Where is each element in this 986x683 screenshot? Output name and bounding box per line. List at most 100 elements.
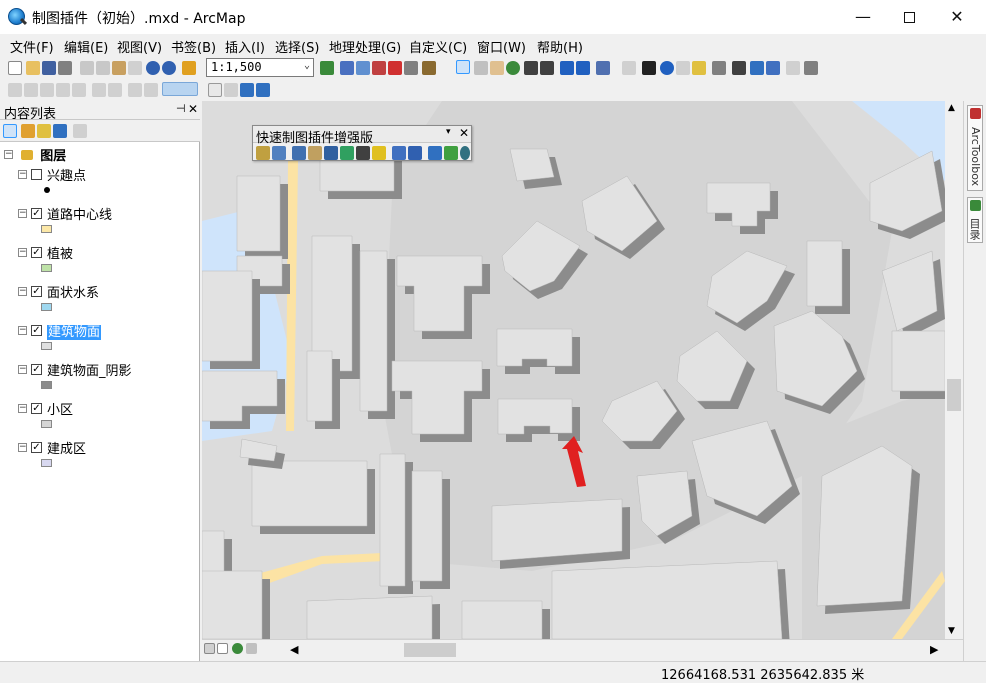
list-by-source-icon[interactable] [21,124,35,138]
catalog-window-icon[interactable] [356,61,370,75]
layer-building-shadow[interactable]: − ✓ 建筑物面_阴影 [18,360,132,379]
quick-mapping-toolbar-close-button[interactable]: ✕ [459,126,469,140]
html-popup-icon[interactable] [692,61,706,75]
find-icon[interactable] [732,61,746,75]
refresh-icon[interactable] [232,643,243,654]
list-by-drawing-order-icon[interactable] [3,124,17,138]
find-route-icon[interactable] [750,61,764,75]
map-canvas[interactable] [202,101,945,639]
georeference-icon[interactable] [240,83,254,97]
search-window-icon[interactable] [372,61,386,75]
toggle-draft-icon[interactable] [128,83,142,97]
menu-file[interactable]: 文件(F) [10,37,54,56]
layer-label[interactable]: 建成区 [47,442,86,457]
delete-icon[interactable] [128,61,142,75]
collapse-icon[interactable]: − [18,170,27,179]
toc-options-icon[interactable] [73,124,87,138]
network-analyst-icon[interactable] [256,83,270,97]
layer-visibility-checkbox[interactable]: ✓ [31,364,42,375]
toolbar-options-icon[interactable]: ▾ [446,127,451,137]
layer-visibility-checkbox[interactable]: ✓ [31,403,42,414]
fill-symbol-swatch[interactable] [41,381,52,389]
export-tool-icon[interactable] [444,146,458,160]
fill-symbol-swatch[interactable] [41,303,52,311]
collapse-icon[interactable]: − [18,209,27,218]
change-layout-icon[interactable] [208,83,222,97]
fill-symbol-swatch[interactable] [41,420,52,428]
print-icon[interactable] [58,61,72,75]
new-document-icon[interactable] [8,61,22,75]
point-symbol-icon[interactable] [44,187,50,193]
menu-geoprocessing[interactable]: 地理处理(G) [329,37,401,56]
zoom-percent-select[interactable] [162,82,198,96]
cut-icon[interactable] [80,61,94,75]
fill-symbol-swatch[interactable] [41,225,52,233]
collapse-icon[interactable]: − [18,287,27,296]
full-extent-icon[interactable] [506,61,520,75]
vertical-scroll-thumb[interactable] [947,379,961,411]
arctoolbox-icon[interactable] [388,61,402,75]
layout-back-icon[interactable] [108,83,122,97]
layer-poi[interactable]: − 兴趣点 [18,165,86,184]
layer-community[interactable]: − ✓ 小区 [18,399,73,418]
image-tool-icon[interactable] [428,146,442,160]
layout-zoom-in-icon[interactable] [8,83,22,97]
layout-pan-icon[interactable] [40,83,54,97]
layers-group[interactable]: − 图层 [4,145,66,164]
select-elements-icon[interactable] [642,61,656,75]
collapse-icon[interactable]: − [4,150,13,159]
fixed-zoom-out-icon[interactable] [540,61,554,75]
map-scale-select[interactable]: 1:1,500 ⌄ [206,58,314,77]
layer-visibility-checkbox[interactable] [31,169,42,180]
paste-icon[interactable] [112,61,126,75]
table-of-contents-icon[interactable] [340,61,354,75]
collapse-icon[interactable]: − [18,326,27,335]
layout-fixed-zoom-icon[interactable] [92,83,106,97]
horizontal-scroll-thumb[interactable] [404,643,456,657]
menu-windows[interactable]: 窗口(W) [477,37,526,56]
layout-zoom-out-icon[interactable] [24,83,38,97]
map-view[interactable] [202,101,945,639]
open-icon[interactable] [26,61,40,75]
layer-visibility-checkbox[interactable]: ✓ [31,442,42,453]
pan-icon[interactable] [490,61,504,75]
menu-bookmarks[interactable]: 书签(B) [171,37,216,56]
collapse-icon[interactable]: − [18,248,27,257]
fill-symbol-swatch[interactable] [41,342,52,350]
layer-road-centerline[interactable]: − ✓ 道路中心线 [18,204,112,223]
hyperlink-icon[interactable] [676,61,690,75]
layer-visibility-checkbox[interactable]: ✓ [31,208,42,219]
arctoolbox-tab[interactable]: ArcToolbox [967,105,983,191]
scroll-up-icon[interactable]: ▲ [948,103,955,113]
select-features-icon[interactable] [596,61,610,75]
measure-icon[interactable] [712,61,726,75]
zoom-in-icon[interactable] [456,60,470,74]
data-view-icon[interactable] [204,643,215,654]
zoom-whole-page-icon[interactable] [56,83,70,97]
menu-selection[interactable]: 选择(S) [275,37,319,56]
time-slider-icon[interactable] [786,61,800,75]
layer-visibility-checkbox[interactable]: ✓ [31,325,42,336]
close-button[interactable]: ✕ [934,0,980,34]
layer-built-up-area[interactable]: − ✓ 建成区 [18,438,86,457]
layer-visibility-checkbox[interactable]: ✓ [31,286,42,297]
go-forward-icon[interactable] [576,61,590,75]
menu-view[interactable]: 视图(V) [117,37,162,56]
catalog-tab[interactable]: 目录 [967,197,983,243]
list-by-selection-icon[interactable] [53,124,67,138]
pause-drawing-icon[interactable] [246,643,257,654]
focus-data-frame-icon[interactable] [144,83,158,97]
symbol-tool-icon[interactable] [256,146,270,160]
highlight-tool-icon[interactable] [372,146,386,160]
minimize-button[interactable]: — [840,0,886,34]
scroll-right-icon[interactable]: ▶ [930,643,938,656]
python-window-icon[interactable] [404,61,418,75]
collapse-icon[interactable]: − [18,443,27,452]
table-tool-icon[interactable] [324,146,338,160]
pin-icon[interactable]: ⊣ [176,102,186,115]
go-back-icon[interactable] [560,61,574,75]
layer-label[interactable]: 小区 [47,403,73,418]
clear-selection-icon[interactable] [622,61,636,75]
undo-icon[interactable] [146,61,160,75]
layer-water-polygon[interactable]: − ✓ 面状水系 [18,282,99,301]
